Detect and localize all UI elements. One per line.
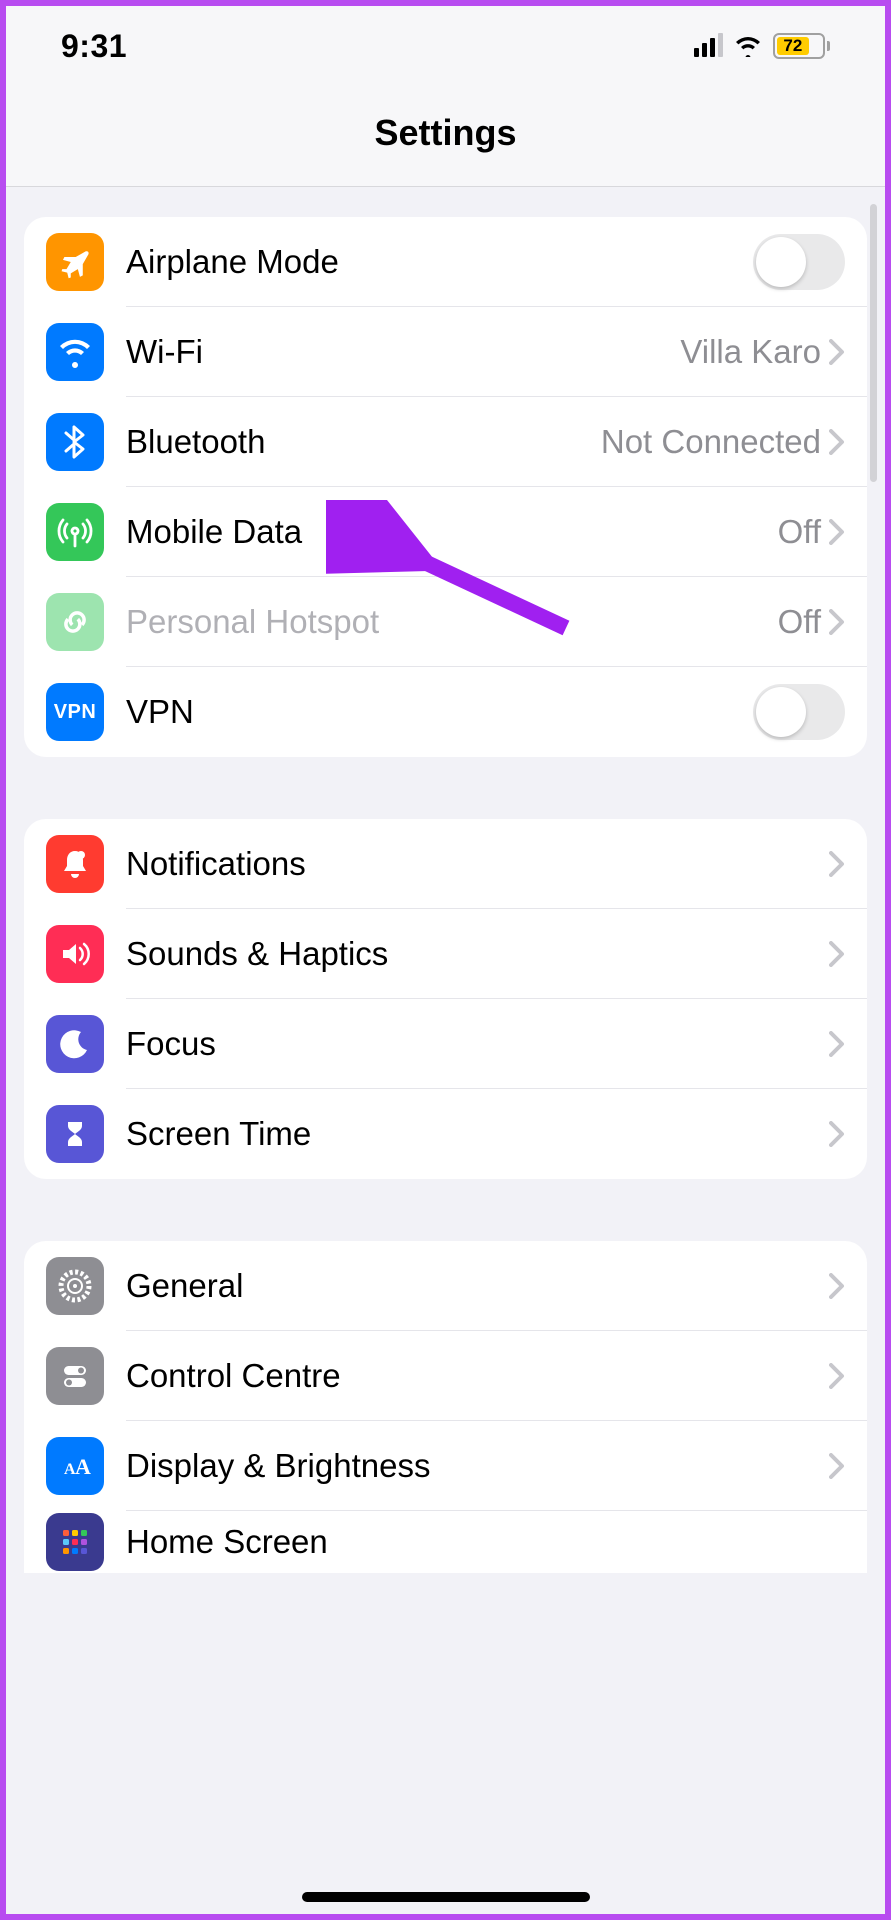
- row-label: Personal Hotspot: [126, 603, 778, 641]
- battery-indicator: 72: [773, 33, 830, 59]
- settings-scroll[interactable]: Airplane Mode Wi-Fi Villa Karo Bluetooth…: [6, 217, 885, 1573]
- cellular-signal-icon: [694, 35, 723, 57]
- row-general[interactable]: General: [24, 1241, 867, 1331]
- row-label: Screen Time: [126, 1115, 829, 1153]
- row-wifi[interactable]: Wi-Fi Villa Karo: [24, 307, 867, 397]
- row-label: VPN: [126, 693, 753, 731]
- row-label: Sounds & Haptics: [126, 935, 829, 973]
- row-home-screen[interactable]: Home Screen: [24, 1511, 867, 1573]
- row-notifications[interactable]: Notifications: [24, 819, 867, 909]
- row-label: Display & Brightness: [126, 1447, 829, 1485]
- row-screen-time[interactable]: Screen Time: [24, 1089, 867, 1179]
- hourglass-icon: [46, 1105, 104, 1163]
- chevron-right-icon: [829, 941, 845, 967]
- bell-icon: [46, 835, 104, 893]
- row-display-brightness[interactable]: AA Display & Brightness: [24, 1421, 867, 1511]
- row-value: Off: [778, 603, 821, 641]
- row-label: Focus: [126, 1025, 829, 1063]
- antenna-icon: [46, 503, 104, 561]
- row-label: Bluetooth: [126, 423, 601, 461]
- page-title: Settings: [6, 112, 885, 154]
- row-sounds-haptics[interactable]: Sounds & Haptics: [24, 909, 867, 999]
- chevron-right-icon: [829, 1453, 845, 1479]
- chevron-right-icon: [829, 609, 845, 635]
- row-value: Off: [778, 513, 821, 551]
- chevron-right-icon: [829, 1273, 845, 1299]
- row-personal-hotspot[interactable]: Personal Hotspot Off: [24, 577, 867, 667]
- row-bluetooth[interactable]: Bluetooth Not Connected: [24, 397, 867, 487]
- row-airplane-mode[interactable]: Airplane Mode: [24, 217, 867, 307]
- chevron-right-icon: [829, 1363, 845, 1389]
- wifi-status-icon: [733, 35, 763, 57]
- row-label: Airplane Mode: [126, 243, 753, 281]
- switches-icon: [46, 1347, 104, 1405]
- text-size-icon: AA: [46, 1437, 104, 1495]
- row-label: Wi-Fi: [126, 333, 680, 371]
- svg-text:A: A: [75, 1454, 91, 1479]
- row-label: Notifications: [126, 845, 829, 883]
- link-icon: [46, 593, 104, 651]
- nav-header: Settings: [6, 86, 885, 187]
- settings-group-connectivity: Airplane Mode Wi-Fi Villa Karo Bluetooth…: [24, 217, 867, 757]
- settings-group-notifications: Notifications Sounds & Haptics Focus: [24, 819, 867, 1179]
- chevron-right-icon: [829, 339, 845, 365]
- row-label: Mobile Data: [126, 513, 778, 551]
- wifi-icon: [46, 323, 104, 381]
- grid-icon: [46, 1513, 104, 1571]
- chevron-right-icon: [829, 1031, 845, 1057]
- status-indicators: 72: [694, 33, 830, 59]
- chevron-right-icon: [829, 519, 845, 545]
- gear-icon: [46, 1257, 104, 1315]
- row-mobile-data[interactable]: Mobile Data Off: [24, 487, 867, 577]
- row-vpn[interactable]: VPN VPN: [24, 667, 867, 757]
- chevron-right-icon: [829, 851, 845, 877]
- moon-icon: [46, 1015, 104, 1073]
- row-value: Not Connected: [601, 423, 821, 461]
- vpn-toggle[interactable]: [753, 684, 845, 740]
- row-label: Control Centre: [126, 1357, 829, 1395]
- status-bar: 9:31 72: [6, 6, 885, 86]
- scrollbar[interactable]: [870, 204, 877, 482]
- chevron-right-icon: [829, 429, 845, 455]
- airplane-icon: [46, 233, 104, 291]
- row-value: Villa Karo: [680, 333, 821, 371]
- row-label: General: [126, 1267, 829, 1305]
- battery-level: 72: [777, 37, 809, 55]
- chevron-right-icon: [829, 1121, 845, 1147]
- vpn-icon: VPN: [46, 683, 104, 741]
- row-control-centre[interactable]: Control Centre: [24, 1331, 867, 1421]
- bluetooth-icon: [46, 413, 104, 471]
- speaker-icon: [46, 925, 104, 983]
- status-time: 9:31: [61, 28, 127, 65]
- airplane-toggle[interactable]: [753, 234, 845, 290]
- row-focus[interactable]: Focus: [24, 999, 867, 1089]
- settings-group-general: General Control Centre AA Display & Brig…: [24, 1241, 867, 1573]
- row-label: Home Screen: [126, 1523, 845, 1561]
- home-indicator[interactable]: [302, 1892, 590, 1902]
